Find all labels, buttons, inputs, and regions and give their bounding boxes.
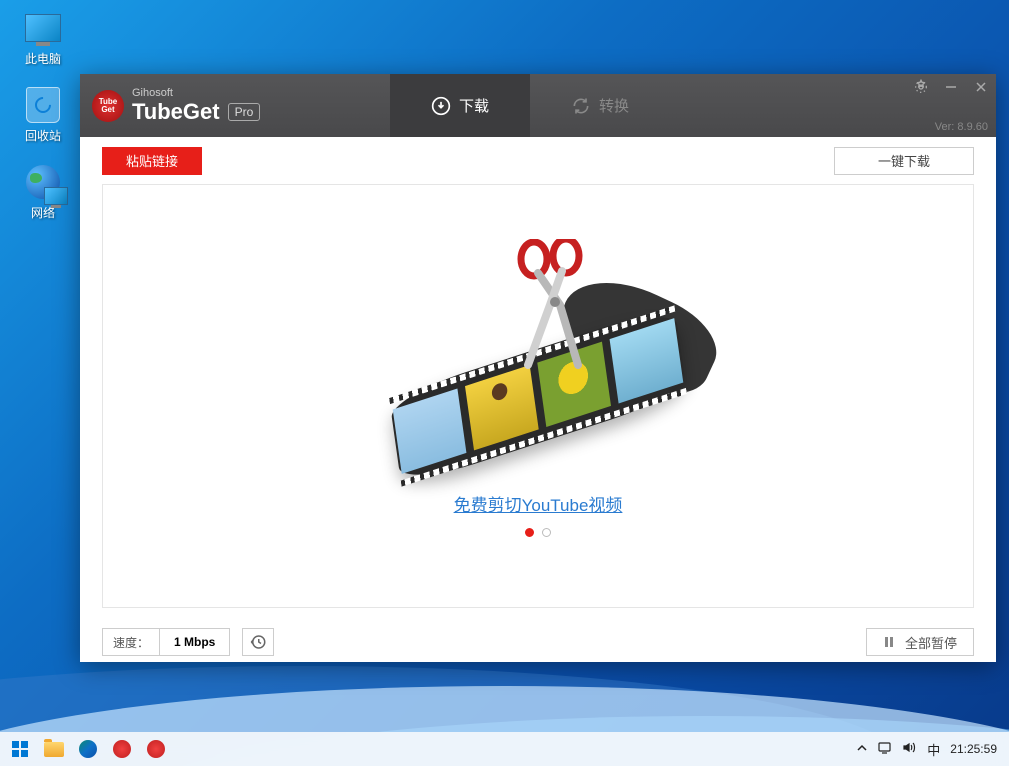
taskbar: 中 21:25:59 (0, 732, 1009, 766)
paste-link-button[interactable]: 粘贴链接 (102, 147, 202, 175)
app-icon (113, 740, 131, 758)
product-name: TubeGet (132, 99, 220, 125)
taskbar-app-1[interactable] (106, 735, 138, 763)
windows-logo-icon (12, 741, 28, 757)
speed-value: 1 Mbps (159, 629, 229, 655)
desktop-icons-area: 此电脑 回收站 网络 (8, 8, 78, 239)
download-icon (431, 96, 451, 116)
one-click-download-button[interactable]: 一键下载 (834, 147, 974, 175)
speaker-icon (902, 740, 917, 755)
network-tray-icon (877, 740, 892, 755)
this-pc-icon (23, 8, 63, 48)
company-name: Gihosoft (132, 87, 260, 99)
tab-download[interactable]: 下载 (390, 74, 530, 137)
desktop-icon-label: 此电脑 (25, 50, 61, 67)
pro-badge: Pro (228, 103, 261, 121)
desktop-icon-recycle-bin[interactable]: 回收站 (8, 85, 78, 144)
carousel-dot-1[interactable] (525, 528, 534, 537)
recycle-bin-icon (23, 85, 63, 125)
close-button[interactable] (966, 74, 996, 100)
film-cut-illustration (348, 231, 728, 491)
tab-convert[interactable]: 转换 (530, 74, 670, 137)
tray-overflow-button[interactable] (857, 743, 867, 756)
history-button[interactable] (242, 628, 274, 656)
pause-all-button[interactable]: 全部暂停 (866, 628, 974, 656)
desktop-icon-network[interactable]: 网络 (8, 162, 78, 221)
tab-convert-label: 转换 (599, 95, 629, 116)
main-tabs: 下载 转换 (390, 74, 670, 137)
toolbar: 粘贴链接 一键下载 (80, 137, 996, 184)
window-title-text: Gihosoft TubeGet Pro (132, 87, 260, 125)
promo-link-free-cut-youtube[interactable]: 免费剪切YouTube视频 (454, 491, 623, 516)
tray-clock[interactable]: 21:25:59 (950, 742, 997, 756)
folder-icon (44, 742, 64, 757)
tab-download-label: 下载 (459, 95, 489, 116)
gear-icon (913, 79, 929, 95)
edge-icon (79, 740, 97, 758)
convert-icon (571, 96, 591, 116)
app-icon (147, 740, 165, 758)
system-tray: 中 21:25:59 (857, 740, 1005, 759)
minimize-icon (945, 81, 957, 93)
taskbar-app-2[interactable] (140, 735, 172, 763)
tubeget-window: TubeGet Gihosoft TubeGet Pro 下载 转换 (80, 74, 996, 662)
speed-label: 速度： (103, 634, 159, 651)
start-button[interactable] (4, 735, 36, 763)
close-icon (975, 81, 987, 93)
scissors-icon (508, 239, 598, 369)
minimize-button[interactable] (936, 74, 966, 100)
carousel-dot-2[interactable] (542, 528, 551, 537)
status-bar: 速度： 1 Mbps 全部暂停 (80, 622, 996, 662)
settings-button[interactable] (906, 74, 936, 100)
history-icon (249, 633, 267, 651)
desktop-icon-this-pc[interactable]: 此电脑 (8, 8, 78, 67)
carousel-dots (525, 528, 551, 537)
chevron-up-icon (857, 743, 867, 753)
pause-icon (883, 636, 895, 648)
app-logo-icon: TubeGet (92, 90, 124, 122)
pause-all-label: 全部暂停 (905, 633, 957, 652)
main-content: 免费剪切YouTube视频 (80, 184, 996, 622)
speed-limit-control[interactable]: 速度： 1 Mbps (102, 628, 230, 656)
taskbar-file-explorer[interactable] (38, 735, 70, 763)
network-icon (23, 162, 63, 202)
tray-ime-indicator[interactable]: 中 (927, 740, 940, 759)
tray-network-button[interactable] (877, 740, 892, 758)
title-bar: TubeGet Gihosoft TubeGet Pro 下载 转换 (80, 74, 996, 137)
tray-volume-button[interactable] (902, 740, 917, 758)
promo-panel: 免费剪切YouTube视频 (102, 184, 974, 608)
version-label: Ver: 8.9.60 (935, 121, 988, 133)
desktop-icon-label: 回收站 (25, 127, 61, 144)
window-controls (906, 74, 996, 100)
taskbar-edge-browser[interactable] (72, 735, 104, 763)
